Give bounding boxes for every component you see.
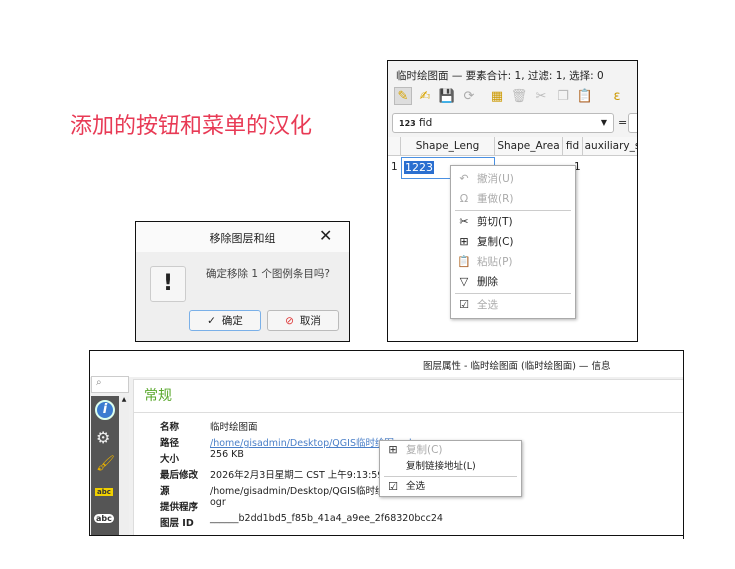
field-value: ogr bbox=[210, 497, 226, 508]
field-type-badge: 123 bbox=[399, 119, 416, 128]
cut-icon[interactable]: ✂ bbox=[532, 87, 550, 105]
cursor-mark bbox=[683, 527, 684, 539]
menu-item-select-all[interactable]: ☑ 全选 bbox=[380, 478, 521, 495]
field-label: 最后修改 bbox=[160, 470, 199, 481]
column-header[interactable]: auxiliary_s bbox=[583, 137, 637, 156]
source-icon[interactable]: ⚙ bbox=[96, 428, 110, 447]
copy-icon: ⊞ bbox=[459, 235, 469, 248]
cancel-button[interactable]: ⊘ 取消 bbox=[267, 310, 339, 331]
sidebar: i ⚙ 🖌 abc abc bbox=[91, 396, 119, 535]
select-all-icon: ☑ bbox=[459, 298, 469, 311]
menu-item-redo[interactable]: Ω 重做(R) bbox=[451, 189, 575, 209]
ok-button[interactable]: ✓ 确定 bbox=[189, 310, 261, 331]
ok-label: 确定 bbox=[221, 315, 243, 327]
cell-context-menu: ↶ 撤消(U) Ω 重做(R) ✂ 剪切(T) ⊞ 复制(C) 📋 粘贴(P) ▽ 删除 ☑… bbox=[450, 165, 576, 319]
delete-icon: ▽ bbox=[459, 275, 469, 288]
column-header[interactable]: fid bbox=[563, 137, 583, 156]
cell-editor-text: 1223 bbox=[404, 161, 434, 174]
save-edits-icon[interactable]: 💾 bbox=[438, 87, 456, 105]
reload-icon[interactable]: ⟳ bbox=[460, 87, 478, 105]
menu-separator bbox=[455, 210, 571, 211]
menu-label: 撤消(U) bbox=[477, 173, 514, 185]
menu-item-paste[interactable]: 📋 粘贴(P) bbox=[451, 252, 575, 272]
field-value: 临时绘图面 bbox=[210, 422, 258, 433]
copy-icon[interactable]: ❐ bbox=[554, 87, 572, 105]
toggle-editing-icon[interactable]: ✎ bbox=[394, 87, 412, 105]
menu-item-delete[interactable]: ▽ 删除 bbox=[451, 272, 575, 292]
menu-label: 删除 bbox=[477, 276, 498, 288]
row-number[interactable]: 1 bbox=[391, 161, 398, 173]
select-all-icon: ☑ bbox=[388, 480, 398, 493]
field-label: 源 bbox=[160, 486, 170, 497]
menu-separator bbox=[384, 476, 517, 477]
field-value: 2026年2月3日星期二 CST 上午9:13:59 bbox=[210, 470, 384, 481]
window-title: 临时绘图面 — 要素合计: 1, 过滤: 1, 选择: 0 bbox=[396, 70, 604, 82]
equals-label: = bbox=[618, 116, 628, 129]
menu-label: 复制链接地址(L) bbox=[406, 461, 476, 472]
field-value: ______b2dd1bd5_f85b_41a4_a9ee_2f68320bcc… bbox=[210, 513, 443, 524]
corner-header bbox=[388, 137, 401, 156]
field-label: 提供程序 bbox=[160, 502, 199, 513]
cancel-icon: ⊘ bbox=[285, 314, 294, 327]
remove-layer-dialog: 移除图层和组 ✕ ! 确定移除 1 个图例条目吗? ✓ 确定 ⊘ 取消 bbox=[135, 221, 350, 342]
menu-label: 全选 bbox=[477, 299, 498, 311]
copy-icon: ⊞ bbox=[388, 443, 398, 456]
paste-icon[interactable]: 📋 bbox=[576, 87, 594, 105]
multi-edit-icon[interactable]: ✍ bbox=[416, 87, 434, 105]
check-icon: ✓ bbox=[207, 314, 216, 327]
field-label: 图层 ID bbox=[160, 518, 194, 529]
close-icon[interactable]: ✕ bbox=[319, 226, 332, 245]
field-label: 大小 bbox=[160, 454, 180, 465]
select-expression-icon[interactable]: ε bbox=[608, 87, 626, 105]
column-header[interactable]: Shape_Area bbox=[495, 137, 563, 156]
field-combo[interactable]: 123 fid ▼ bbox=[392, 113, 614, 133]
information-icon[interactable]: i bbox=[95, 400, 115, 420]
link-context-menu: ⊞ 复制(C) 复制链接地址(L) ☑ 全选 bbox=[379, 440, 522, 497]
labels-icon[interactable]: abc bbox=[95, 488, 113, 496]
menu-label: 全选 bbox=[406, 481, 426, 492]
column-header[interactable]: Shape_Leng bbox=[401, 137, 495, 156]
divider bbox=[134, 412, 683, 413]
sidebar-scrollbar[interactable]: ▲ bbox=[119, 396, 129, 535]
section-title: 常规 bbox=[144, 388, 172, 404]
menu-label: 剪切(T) bbox=[477, 216, 513, 228]
symbology-icon[interactable]: 🖌 bbox=[96, 454, 115, 472]
add-feature-icon[interactable]: ▦ bbox=[488, 87, 506, 105]
menu-label: 粘贴(P) bbox=[477, 256, 513, 268]
undo-icon: ↶ bbox=[459, 172, 469, 185]
menu-label: 复制(C) bbox=[477, 236, 514, 248]
redo-icon: Ω bbox=[459, 192, 469, 205]
chevron-down-icon: ▼ bbox=[600, 118, 607, 127]
search-input[interactable]: ⌕ bbox=[91, 376, 129, 393]
menu-item-select-all[interactable]: ☑ 全选 bbox=[451, 295, 575, 315]
search-icon: ⌕ bbox=[96, 377, 102, 388]
menu-item-copy[interactable]: ⊞ 复制(C) bbox=[380, 442, 521, 458]
menu-item-cut[interactable]: ✂ 剪切(T) bbox=[451, 212, 575, 232]
cut-icon: ✂ bbox=[459, 215, 469, 228]
window-title: 图层属性 - 临时绘图面 (临时绘图面) — 信息 bbox=[423, 361, 611, 372]
dialog-title: 移除图层和组 bbox=[209, 232, 276, 245]
menu-item-copy-link[interactable]: 复制链接地址(L) bbox=[380, 458, 521, 475]
dialog-message: 确定移除 1 个图例条目吗? bbox=[206, 268, 330, 280]
warning-icon: ! bbox=[150, 266, 186, 302]
field-name: fid bbox=[419, 117, 433, 129]
field-label: 名称 bbox=[160, 422, 180, 433]
menu-item-copy[interactable]: ⊞ 复制(C) bbox=[451, 232, 575, 252]
field-label: 路径 bbox=[160, 438, 180, 449]
delete-feature-icon[interactable]: 🗑 bbox=[510, 87, 528, 105]
masks-icon[interactable]: abc bbox=[94, 514, 114, 523]
annotation-heading: 添加的按钮和菜单的汉化 bbox=[70, 114, 313, 139]
menu-separator bbox=[455, 293, 571, 294]
menu-item-undo[interactable]: ↶ 撤消(U) bbox=[451, 169, 575, 189]
menu-label: 复制(C) bbox=[406, 444, 443, 456]
field-value: 256 KB bbox=[210, 449, 244, 460]
menu-label: 重做(R) bbox=[477, 193, 514, 205]
cancel-label: 取消 bbox=[299, 315, 321, 327]
paste-icon: 📋 bbox=[457, 255, 471, 268]
value-input[interactable] bbox=[628, 113, 637, 133]
